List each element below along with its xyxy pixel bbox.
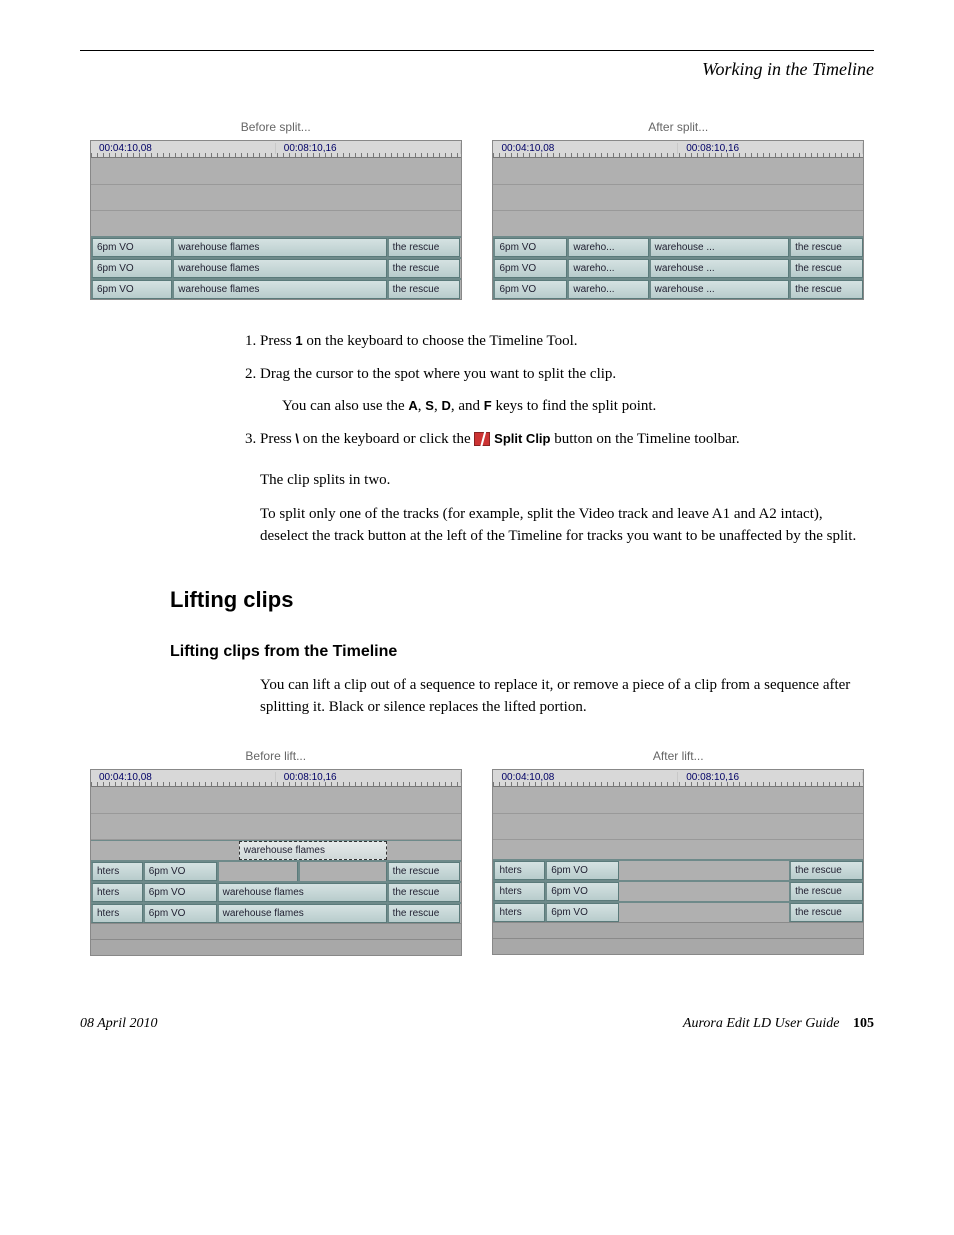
caption: Before split... — [90, 120, 462, 134]
clip[interactable]: warehouse flames — [172, 280, 386, 299]
clip[interactable]: the rescue — [789, 238, 863, 257]
page-header: Working in the Timeline — [80, 59, 874, 80]
instruction-steps: Press 1 on the keyboard to choose the Ti… — [260, 330, 874, 450]
caption: After lift... — [492, 749, 864, 763]
clip[interactable]: hters — [91, 862, 143, 881]
clip[interactable]: warehouse ... — [649, 238, 789, 257]
clip-gap — [619, 882, 789, 901]
step-3: Press \ on the keyboard or click the Spl… — [260, 428, 874, 451]
result-text: The clip splits in two. — [260, 470, 874, 492]
clip[interactable]: 6pm VO — [545, 903, 619, 922]
timeline: 00:04:10,08 00:08:10,16 6pm VO warehouse… — [90, 140, 462, 300]
step-2-note: You can also use the A, S, D, and F keys… — [282, 395, 874, 418]
clip-gap — [619, 861, 789, 880]
clip[interactable]: the rescue — [789, 861, 863, 880]
subsection-heading: Lifting clips from the Timeline — [170, 643, 874, 661]
split-figure: Before split... 00:04:10,08 00:08:10,16 … — [80, 120, 874, 300]
footer-date: 08 April 2010 — [80, 1016, 158, 1032]
step-2: Drag the cursor to the spot where you wa… — [260, 363, 874, 418]
clip[interactable]: 6pm VO — [91, 238, 172, 257]
page-footer: 08 April 2010 Aurora Edit LD User Guide … — [80, 1016, 874, 1032]
lift-before-panel: Before lift... 00:04:10,08 00:08:10,16 w… — [90, 749, 462, 956]
clip[interactable]: 6pm VO — [545, 882, 619, 901]
clip[interactable]: wareho... — [567, 238, 648, 257]
clip[interactable]: the rescue — [387, 280, 461, 299]
clip-selected[interactable]: warehouse flames — [239, 841, 387, 860]
clip[interactable]: 6pm VO — [545, 861, 619, 880]
caption: After split... — [492, 120, 864, 134]
clip[interactable]: the rescue — [387, 883, 461, 902]
clip-gap — [217, 862, 298, 881]
clip[interactable]: warehouse flames — [172, 259, 386, 278]
split-clip-icon — [474, 432, 490, 446]
clip-gap — [619, 903, 789, 922]
clip[interactable]: warehouse ... — [649, 259, 789, 278]
page-number: 105 — [853, 1016, 874, 1031]
split-before-panel: Before split... 00:04:10,08 00:08:10,16 … — [90, 120, 462, 300]
clip[interactable]: hters — [91, 904, 143, 923]
clip[interactable]: warehouse flames — [172, 238, 386, 257]
clip[interactable]: the rescue — [387, 259, 461, 278]
note-text: To split only one of the tracks (for exa… — [260, 504, 874, 548]
lifting-intro: You can lift a clip out of a sequence to… — [260, 675, 874, 719]
clip[interactable]: the rescue — [789, 280, 863, 299]
timeline: 00:04:10,08 00:08:10,16 warehouse flames… — [90, 769, 462, 956]
clip[interactable]: hters — [493, 882, 545, 901]
clip[interactable]: warehouse flames — [217, 904, 387, 923]
lift-after-panel: After lift... 00:04:10,08 00:08:10,16 ht… — [492, 749, 864, 956]
clip[interactable]: 6pm VO — [143, 883, 217, 902]
clip[interactable]: the rescue — [789, 882, 863, 901]
clip[interactable]: warehouse ... — [649, 280, 789, 299]
clip[interactable]: the rescue — [387, 238, 461, 257]
footer-doc-title: Aurora Edit LD User Guide — [683, 1016, 840, 1031]
clip-gap — [298, 862, 387, 881]
clip[interactable]: 6pm VO — [493, 238, 567, 257]
split-clip-label: Split Clip — [494, 431, 550, 446]
clip[interactable]: 6pm VO — [143, 862, 217, 881]
caption: Before lift... — [90, 749, 462, 763]
clip[interactable]: 6pm VO — [493, 259, 567, 278]
timeline: 00:04:10,08 00:08:10,16 6pm VO wareho...… — [492, 140, 864, 300]
clip[interactable]: 6pm VO — [143, 904, 217, 923]
clip[interactable]: 6pm VO — [493, 280, 567, 299]
step-1: Press 1 on the keyboard to choose the Ti… — [260, 330, 874, 353]
section-heading: Lifting clips — [170, 587, 874, 613]
clip[interactable]: hters — [91, 883, 143, 902]
clip[interactable]: the rescue — [387, 862, 461, 881]
key-1: 1 — [295, 333, 302, 348]
clip[interactable]: the rescue — [387, 904, 461, 923]
clip[interactable]: wareho... — [567, 280, 648, 299]
timeline: 00:04:10,08 00:08:10,16 hters 6pm VO the… — [492, 769, 864, 955]
clip[interactable]: wareho... — [567, 259, 648, 278]
clip[interactable]: the rescue — [789, 259, 863, 278]
lift-figure: Before lift... 00:04:10,08 00:08:10,16 w… — [80, 749, 874, 956]
clip[interactable]: warehouse flames — [217, 883, 387, 902]
clip[interactable]: 6pm VO — [91, 280, 172, 299]
clip[interactable]: hters — [493, 903, 545, 922]
clip[interactable]: the rescue — [789, 903, 863, 922]
split-after-panel: After split... 00:04:10,08 00:08:10,16 6… — [492, 120, 864, 300]
clip[interactable]: hters — [493, 861, 545, 880]
clip[interactable]: 6pm VO — [91, 259, 172, 278]
